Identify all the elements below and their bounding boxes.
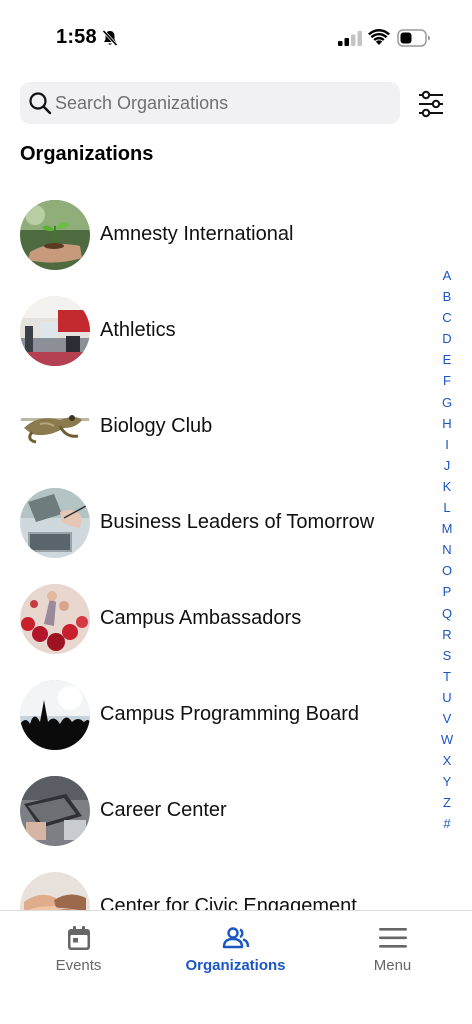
battery-icon — [397, 29, 430, 47]
organization-name: Campus Ambassadors — [100, 607, 302, 629]
list-item[interactable]: Amnesty International — [0, 186, 430, 282]
frog-avatar — [20, 392, 90, 462]
organization-name: Athletics — [100, 319, 176, 341]
crowd-cheering-avatar — [20, 584, 90, 654]
alphabet-index-letter[interactable]: J — [436, 455, 458, 476]
tab-menu[interactable]: Menu — [314, 911, 471, 991]
alphabet-index-letter[interactable]: B — [436, 286, 458, 307]
calendar-icon — [67, 926, 90, 950]
alphabet-index-letter[interactable]: P — [436, 581, 458, 602]
alphabet-index-letter[interactable]: Y — [436, 771, 458, 792]
alphabet-index-letter[interactable]: C — [436, 307, 458, 328]
stacked-hands-avatar — [20, 872, 90, 910]
alphabet-index-letter[interactable]: R — [436, 624, 458, 645]
alphabet-index-letter[interactable]: K — [436, 476, 458, 497]
alphabet-index-letter[interactable]: N — [436, 539, 458, 560]
tab-organizations[interactable]: Organizations — [157, 911, 314, 991]
alphabet-index-letter[interactable]: # — [436, 813, 458, 834]
alphabet-index-letter[interactable]: S — [436, 645, 458, 666]
organization-name: Amnesty International — [100, 223, 294, 245]
alphabet-index-letter[interactable]: Q — [436, 603, 458, 624]
organization-name: Biology Club — [100, 415, 213, 437]
alphabet-index-letter[interactable]: W — [436, 729, 458, 750]
alphabet-index-letter[interactable]: O — [436, 560, 458, 581]
alphabet-index-letter[interactable]: I — [436, 434, 458, 455]
hamburger-menu-icon — [378, 928, 407, 948]
tab-events[interactable]: Events — [0, 911, 157, 991]
seedling-in-hand-avatar — [20, 200, 90, 270]
tab-bar: Events Organizations Menu — [0, 910, 472, 1024]
list-item[interactable]: Biology Club — [0, 378, 430, 474]
organization-list[interactable]: Amnesty International Athletics Biology … — [0, 186, 430, 910]
tab-label: Events — [55, 957, 102, 974]
alphabet-index-letter[interactable]: X — [436, 750, 458, 771]
wifi-icon — [368, 29, 390, 45]
alphabet-index-letter[interactable]: L — [436, 497, 458, 518]
alphabet-index-letter[interactable]: U — [436, 687, 458, 708]
status-bar: 1:58 — [0, 0, 472, 78]
list-item[interactable]: Center for Civic Engagement — [0, 858, 430, 910]
search-bar[interactable] — [20, 82, 400, 124]
alphabet-index-letter[interactable]: H — [436, 413, 458, 434]
people-icon — [222, 927, 249, 949]
organization-name: Business Leaders of Tomorrow — [100, 511, 375, 533]
alphabet-index-letter[interactable]: V — [436, 708, 458, 729]
alphabet-index-letter[interactable]: D — [436, 328, 458, 349]
organization-name: Center for Civic Engagement — [100, 895, 357, 910]
list-item[interactable]: Campus Ambassadors — [0, 570, 430, 666]
tab-label: Menu — [373, 957, 412, 974]
alphabet-index-letter[interactable]: M — [436, 518, 458, 539]
laptop-desk-avatar — [20, 488, 90, 558]
alphabet-index-letter[interactable]: Z — [436, 792, 458, 813]
search-icon — [29, 92, 52, 115]
list-item[interactable]: Campus Programming Board — [0, 666, 430, 762]
bell-slash-icon — [102, 29, 118, 47]
organization-name: Campus Programming Board — [100, 703, 359, 725]
alphabet-index-letter[interactable]: G — [436, 392, 458, 413]
alphabet-index[interactable]: A B C D E F G H I J K L M N O P Q R S T … — [436, 265, 458, 835]
gym-interior-avatar — [20, 296, 90, 366]
alphabet-index-letter[interactable]: A — [436, 265, 458, 286]
cellular-signal-icon — [338, 31, 362, 46]
organization-name: Career Center — [100, 799, 227, 821]
alphabet-index-letter[interactable]: F — [436, 370, 458, 391]
alphabet-index-letter[interactable]: T — [436, 666, 458, 687]
search-input[interactable] — [54, 82, 394, 124]
list-item[interactable]: Career Center — [0, 762, 430, 858]
alphabet-index-letter[interactable]: E — [436, 349, 458, 370]
list-item[interactable]: Athletics — [0, 282, 430, 378]
office-desk-avatar — [20, 776, 90, 846]
list-item[interactable]: Business Leaders of Tomorrow — [0, 474, 430, 570]
status-time: 1:58 — [56, 26, 97, 48]
section-title: Organizations — [20, 143, 154, 165]
concert-crowd-avatar — [20, 680, 90, 750]
filter-sliders-icon[interactable] — [416, 90, 446, 118]
tab-label: Organizations — [185, 957, 286, 974]
